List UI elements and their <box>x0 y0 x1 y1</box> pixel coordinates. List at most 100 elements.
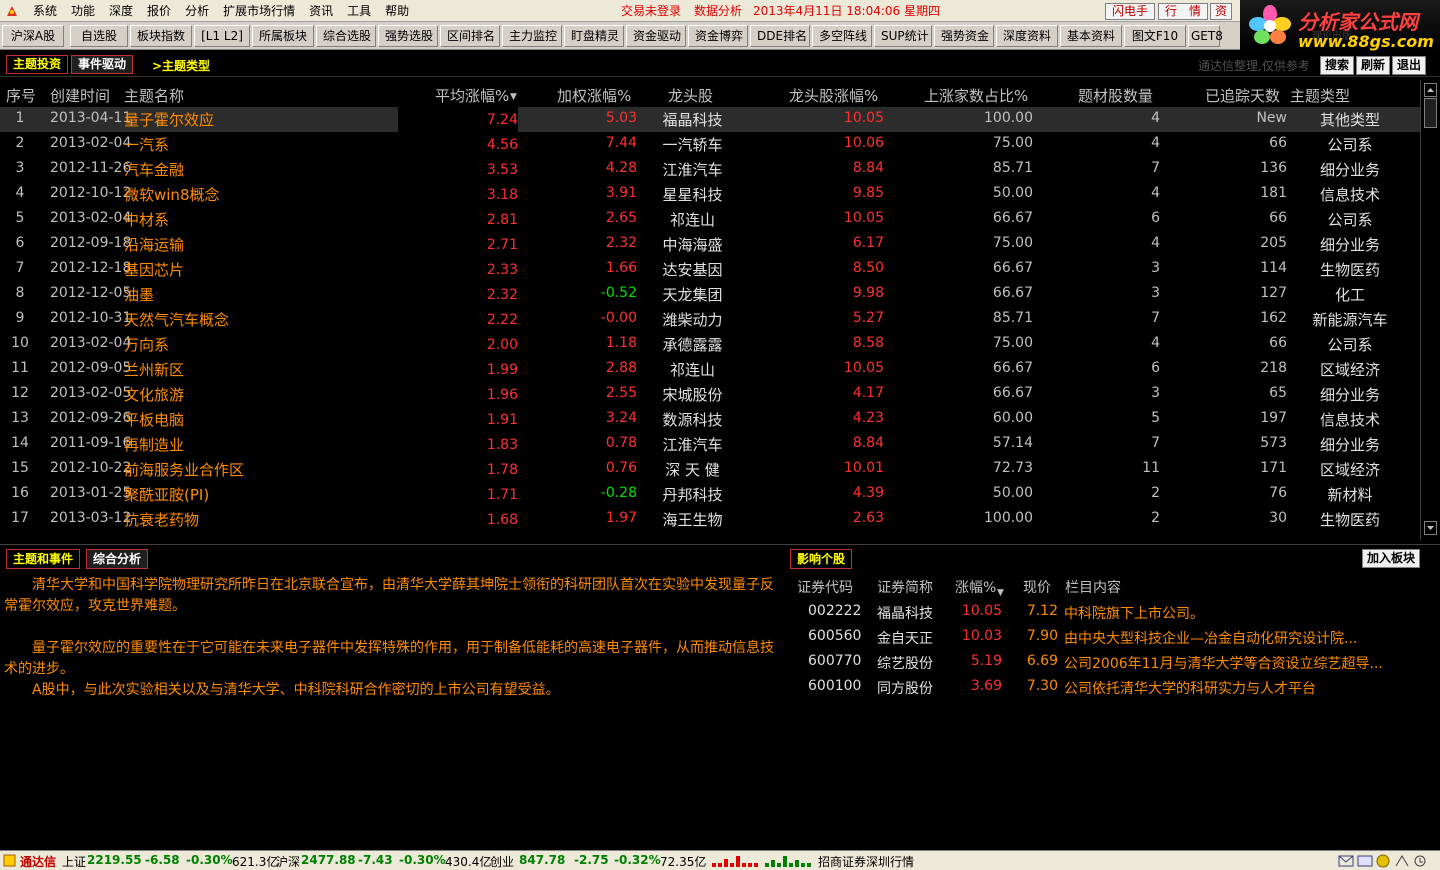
col-header-index[interactable]: 序号 <box>6 85 36 106</box>
toolbar-sector-index-button[interactable]: 板块指数 <box>130 24 192 47</box>
menu-function[interactable]: 功能 <box>64 0 102 22</box>
toolbar-fund-drive-button[interactable]: 资金驱动 <box>626 24 686 47</box>
row-leader-stock[interactable]: 承德露露 <box>640 334 745 355</box>
row-theme-name[interactable]: 一汽系 <box>124 134 169 155</box>
table-row[interactable]: 1 2013-04-11 量子霍尔效应 7.24 5.03 福晶科技 10.05 100.00… <box>0 107 1420 132</box>
row-theme-name[interactable]: 聚酰亚胺(PI) <box>124 484 209 505</box>
row-leader-stock[interactable]: 中海海盛 <box>640 234 745 255</box>
col-header-leader-change[interactable]: 龙头股涨幅% <box>789 85 878 106</box>
table-row[interactable]: 13 2012-09-26 平板电脑 1.91 3.24 数源科技 4.23 60.00 5 19… <box>0 407 1420 432</box>
row-theme-name[interactable]: 抗衰老药物 <box>124 509 199 530</box>
col-header-weighted-change[interactable]: 加权涨幅% <box>557 85 631 106</box>
refresh-button[interactable]: 刷新 <box>1356 56 1391 75</box>
col-header-theme-name[interactable]: 主题名称 <box>124 85 184 106</box>
stock-header-price[interactable]: 现价 <box>1023 577 1051 597</box>
toolbar-belong-sector-button[interactable]: 所属板块 <box>252 24 314 47</box>
menu-depth[interactable]: 深度 <box>102 0 140 22</box>
stock-header-name[interactable]: 证券简称 <box>877 577 933 597</box>
menu-system[interactable]: 系统 <box>26 0 64 22</box>
add-to-sector-button[interactable]: 加入板块 <box>1362 549 1421 568</box>
toolbar-watchlist-button[interactable]: 自选股 <box>70 24 128 47</box>
scroll-down-icon[interactable] <box>1424 521 1437 535</box>
stock-header-content[interactable]: 栏目内容 <box>1065 577 1121 597</box>
cy-index-value[interactable]: 847.78 <box>519 853 565 867</box>
theme-type-link[interactable]: >主题类型 <box>152 57 210 74</box>
table-row[interactable]: 15 2012-10-22 前海服务业合作区 1.78 0.76 深 天 健 10.01 72… <box>0 457 1420 482</box>
quote-button[interactable]: 行 情 <box>1158 3 1209 20</box>
row-theme-name[interactable]: 再制造业 <box>124 434 184 455</box>
server-name[interactable]: 招商证券深圳行情 <box>818 853 914 870</box>
row-leader-stock[interactable]: 海王生物 <box>640 509 745 530</box>
table-row[interactable]: 8 2012-12-05 油墨 2.32 -0.52 天龙集团 9.98 66.67 3 127 化… <box>0 282 1420 307</box>
tab-affected-stocks[interactable]: 影响个股 <box>790 549 853 569</box>
row-theme-name[interactable]: 基因芯片 <box>124 259 184 280</box>
toolbar-sup-stats-button[interactable]: SUP统计 <box>874 24 932 47</box>
affected-stock-row[interactable]: 600560 金自天正 10.03 7.90 由中央大型科技企业—冶金自动化研究设计院.… <box>790 628 1420 653</box>
row-leader-stock[interactable]: 福晶科技 <box>640 109 745 130</box>
toolbar-watch-wizard-button[interactable]: 盯盘精灵 <box>564 24 624 47</box>
tab-combo-analysis[interactable]: 综合分析 <box>86 549 149 569</box>
row-leader-stock[interactable]: 天龙集团 <box>640 284 745 305</box>
table-row[interactable]: 17 2013-03-12 抗衰老药物 1.68 1.97 海王生物 2.63 100.00 2… <box>0 507 1420 532</box>
row-leader-stock[interactable]: 数源科技 <box>640 409 745 430</box>
toolbar-shsz-a-button[interactable]: 沪深A股 <box>2 24 64 47</box>
table-row[interactable]: 16 2013-01-25 聚酰亚胺(PI) 1.71 -0.28 丹邦科技 4.39 50.… <box>0 482 1420 507</box>
tab-event-driven[interactable]: 事件驱动 <box>71 55 134 74</box>
tab-theme-investment[interactable]: 主题投资 <box>6 55 69 74</box>
row-leader-stock[interactable]: 达安基因 <box>640 259 745 280</box>
row-leader-stock[interactable]: 江淮汽车 <box>640 434 745 455</box>
row-theme-name[interactable]: 天然气汽车概念 <box>124 309 229 330</box>
col-header-tracked-days[interactable]: 已追踪天数 <box>1205 85 1280 106</box>
menu-help[interactable]: 帮助 <box>378 0 416 22</box>
row-leader-stock[interactable]: 宋城股份 <box>640 384 745 405</box>
affected-stock-row[interactable]: 600100 同方股份 3.69 7.30 公司依托清华大学的科研实力与人才平台 <box>790 678 1420 703</box>
row-leader-stock[interactable]: 祁连山 <box>640 359 745 380</box>
table-row[interactable]: 6 2012-09-18 沿海运输 2.71 2.32 中海海盛 6.17 75.00 4 205… <box>0 232 1420 257</box>
sort-desc-icon[interactable]: ▼ <box>510 92 517 102</box>
tab-theme-events[interactable]: 主题和事件 <box>6 549 81 569</box>
stock-header-change[interactable]: 涨幅% <box>955 577 996 597</box>
sh-index-value[interactable]: 2219.55 <box>87 853 142 867</box>
stock-sort-desc-icon[interactable]: ▼ <box>997 588 1004 598</box>
table-row[interactable]: 2 2013-02-04 一汽系 4.56 7.44 一汽轿车 10.06 75.00 4 66 公… <box>0 132 1420 157</box>
row-leader-stock[interactable]: 一汽轿车 <box>640 134 745 155</box>
toolbar-get8-button[interactable]: GET8 <box>1188 24 1223 47</box>
toolbar-long-short-button[interactable]: 多空阵线 <box>812 24 872 47</box>
row-theme-name[interactable]: 汽车金融 <box>124 159 184 180</box>
row-theme-name[interactable]: 前海服务业合作区 <box>124 459 244 480</box>
search-button[interactable]: 搜索 <box>1320 56 1355 75</box>
toolbar-basic-data-button[interactable]: 基本资料 <box>1060 24 1122 47</box>
col-header-stock-count[interactable]: 题材股数量 <box>1078 85 1153 106</box>
menu-info[interactable]: 资讯 <box>302 0 340 22</box>
row-theme-name[interactable]: 平板电脑 <box>124 409 184 430</box>
trade-status[interactable]: 交易未登录 <box>621 0 681 22</box>
table-scrollbar[interactable] <box>1420 80 1440 540</box>
table-row[interactable]: 10 2013-02-04 万向系 2.00 1.18 承德露露 8.58 75.00 4 66 公… <box>0 332 1420 357</box>
affected-stock-row[interactable]: 600770 综艺股份 5.19 6.69 公司2006年11月与清华大学等合资设立综艺… <box>790 653 1420 678</box>
exit-button[interactable]: 退出 <box>1392 56 1427 75</box>
toolbar-combo-select-button[interactable]: 综合选股 <box>316 24 376 47</box>
table-row[interactable]: 3 2012-11-26 汽车金融 3.53 4.28 江淮汽车 8.84 85.71 7 136… <box>0 157 1420 182</box>
logo-url[interactable]: www.88gs.com <box>1298 32 1434 51</box>
table-row[interactable]: 7 2012-12-18 基因芯片 2.33 1.66 达安基因 8.50 66.67 3 114… <box>0 257 1420 282</box>
table-row[interactable]: 5 2013-02-04 中材系 2.81 2.65 祁连山 10.05 66.67 6 66 公司… <box>0 207 1420 232</box>
toolbar-dde-rank-button[interactable]: DDE排名 <box>750 24 810 47</box>
menu-analysis[interactable]: 分析 <box>178 0 216 22</box>
row-leader-stock[interactable]: 江淮汽车 <box>640 159 745 180</box>
menu-ext-market[interactable]: 扩展市场行情 <box>216 0 302 22</box>
row-theme-name[interactable]: 微软win8概念 <box>124 184 220 205</box>
row-theme-name[interactable]: 中材系 <box>124 209 169 230</box>
toolbar-f10-button[interactable]: 图文F10 <box>1124 24 1186 47</box>
row-theme-name[interactable]: 兰州新区 <box>124 359 184 380</box>
row-leader-stock[interactable]: 深 天 健 <box>640 459 745 480</box>
row-theme-name[interactable]: 油墨 <box>124 284 154 305</box>
table-row[interactable]: 11 2012-09-05 兰州新区 1.99 2.88 祁连山 10.05 66.67 6 21… <box>0 357 1420 382</box>
info-button[interactable]: 资 <box>1210 3 1233 20</box>
flash-trade-button[interactable]: 闪电手 <box>1105 3 1156 20</box>
menu-quote[interactable]: 报价 <box>140 0 178 22</box>
table-row[interactable]: 14 2011-09-16 再制造业 1.83 0.78 江淮汽车 8.84 57.14 7 57… <box>0 432 1420 457</box>
col-header-avg-change[interactable]: 平均涨幅% <box>435 85 509 106</box>
affected-stock-row[interactable]: 002222 福晶科技 10.05 7.12 中科院旗下上市公司。 <box>790 603 1420 628</box>
toolbar-strong-select-button[interactable]: 强势选股 <box>378 24 438 47</box>
col-header-theme-type[interactable]: 主题类型 <box>1290 85 1350 106</box>
